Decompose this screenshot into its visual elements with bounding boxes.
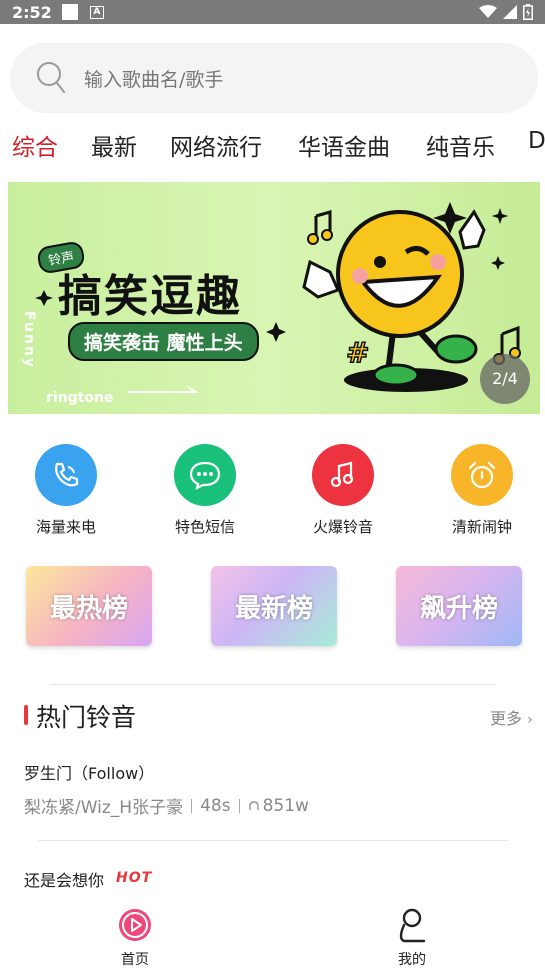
section-accent-bar bbox=[24, 705, 28, 725]
banner-bottom-text: ringtone bbox=[46, 390, 114, 406]
tab-pure-music[interactable]: 纯音乐 bbox=[426, 128, 495, 162]
search-icon bbox=[37, 62, 65, 93]
message-icon bbox=[174, 444, 236, 506]
more-link[interactable]: 更多 › bbox=[490, 705, 533, 729]
wifi-icon bbox=[479, 5, 497, 18]
quick-action-label: 海量来电 bbox=[35, 518, 96, 536]
nav-label: 首页 bbox=[121, 952, 149, 968]
quick-action-label: 清新闹钟 bbox=[451, 518, 512, 536]
promo-banner[interactable]: # 铃声 搞笑逗趣 搞笑袭击 魔性上头 Funny ringtone 2/4 bbox=[8, 182, 540, 414]
rank-card-rising[interactable]: 飙升榜 bbox=[396, 566, 522, 646]
app-screen: 2:52 A 输入歌曲名/歌手 综合 最新 网络流行 华语金曲 纯音乐 D # … bbox=[0, 0, 545, 973]
user-icon bbox=[399, 908, 426, 943]
tab-more-truncated[interactable]: D bbox=[528, 128, 545, 154]
hot-badge: HOT bbox=[116, 870, 153, 886]
song-artist: 梨冻紧/Wiz_H张子豪 bbox=[24, 798, 184, 818]
bottom-nav: 首页 我的 bbox=[0, 903, 545, 973]
tab-network-popular[interactable]: 网络流行 bbox=[170, 128, 262, 162]
section-divider bbox=[50, 684, 496, 685]
signal-icon bbox=[503, 5, 517, 19]
banner-page-indicator: 2/4 bbox=[480, 354, 530, 404]
battery-icon bbox=[523, 4, 533, 20]
quick-action-label: 火爆铃音 bbox=[312, 518, 373, 536]
phone-icon bbox=[35, 444, 97, 506]
chevron-right-icon: › bbox=[527, 712, 533, 728]
status-time: 2:52 bbox=[12, 2, 52, 22]
song-divider bbox=[38, 840, 508, 841]
song-meta: 梨冻紧/Wiz_H张子豪 48s 851w bbox=[24, 793, 309, 819]
banner-side-text: Funny bbox=[20, 311, 37, 369]
headphones-icon bbox=[248, 800, 259, 810]
search-placeholder: 输入歌曲名/歌手 bbox=[84, 68, 224, 91]
quick-action-alarm[interactable]: 清新闹钟 bbox=[432, 444, 532, 537]
app-notification-icon: A bbox=[89, 5, 104, 19]
banner-subtitle: 搞笑袭击 魔性上头 bbox=[68, 322, 259, 361]
status-bar: 2:52 A bbox=[0, 0, 545, 24]
nav-mine[interactable]: 我的 bbox=[372, 907, 452, 969]
meta-separator bbox=[191, 798, 193, 813]
section-title: 热门铃音 bbox=[36, 703, 137, 732]
music-note-icon bbox=[312, 444, 374, 506]
rank-card-newest[interactable]: 最新榜 bbox=[211, 566, 337, 646]
status-icons bbox=[479, 4, 533, 20]
svg-text:#: # bbox=[346, 336, 369, 369]
quick-actions: 海量来电 特色短信 火爆铃音 清新闹钟 bbox=[0, 444, 545, 544]
tab-chinese-classics[interactable]: 华语金曲 bbox=[298, 128, 390, 162]
quick-action-sms[interactable]: 特色短信 bbox=[155, 444, 255, 537]
meta-separator bbox=[238, 798, 240, 813]
notification-icon bbox=[61, 4, 78, 20]
quick-action-hot-ringtones[interactable]: 火爆铃音 bbox=[293, 444, 393, 537]
quick-action-label: 特色短信 bbox=[174, 518, 235, 536]
tab-latest[interactable]: 最新 bbox=[91, 128, 137, 162]
song-plays: 851w bbox=[262, 795, 309, 816]
category-tabs: 综合 最新 网络流行 华语金曲 纯音乐 D bbox=[0, 120, 545, 168]
nav-home[interactable]: 首页 bbox=[95, 907, 175, 969]
song-title[interactable]: 罗生门（Follow） bbox=[24, 760, 154, 784]
search-bar[interactable]: 输入歌曲名/歌手 bbox=[10, 43, 538, 113]
song-duration: 48s bbox=[200, 795, 231, 816]
home-play-icon bbox=[119, 909, 151, 941]
more-label: 更多 bbox=[490, 709, 523, 728]
song-title[interactable]: 还是会想你 bbox=[24, 867, 104, 891]
rank-card-hottest[interactable]: 最热榜 bbox=[26, 566, 152, 646]
nav-label: 我的 bbox=[398, 952, 426, 968]
tab-comprehensive[interactable]: 综合 bbox=[12, 128, 58, 162]
alarm-clock-icon bbox=[451, 444, 513, 506]
banner-title: 搞笑逗趣 bbox=[58, 271, 242, 322]
quick-action-incoming-call[interactable]: 海量来电 bbox=[16, 444, 116, 537]
